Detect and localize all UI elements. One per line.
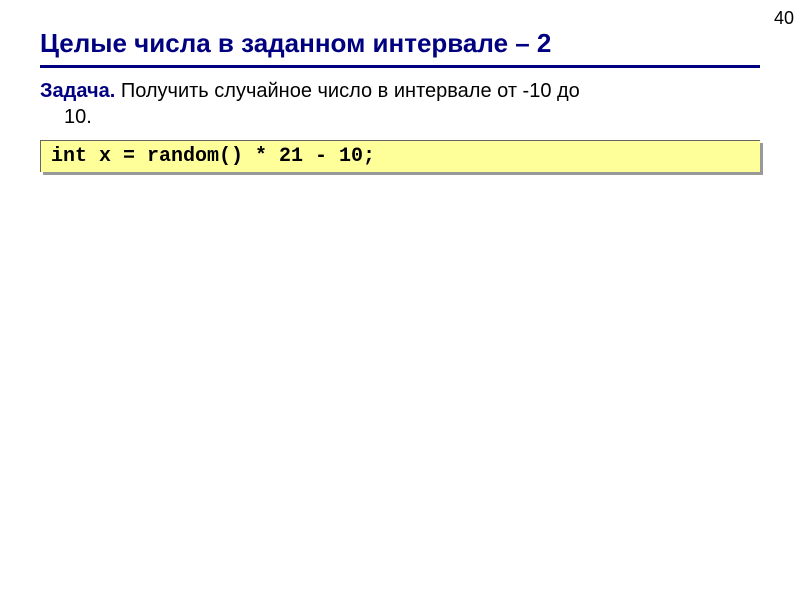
page-number: 40 (774, 8, 794, 29)
slide-title: Целые числа в заданном интервале – 2 (40, 28, 760, 68)
code-block: int x = random() * 21 - 10; (40, 140, 760, 172)
task-text-line2: 10. (40, 104, 760, 130)
task-description: Задача. Получить случайное число в интер… (40, 78, 760, 130)
task-label: Задача. (40, 80, 115, 102)
task-text-line1: Получить случайное число в интервале от … (115, 80, 580, 102)
